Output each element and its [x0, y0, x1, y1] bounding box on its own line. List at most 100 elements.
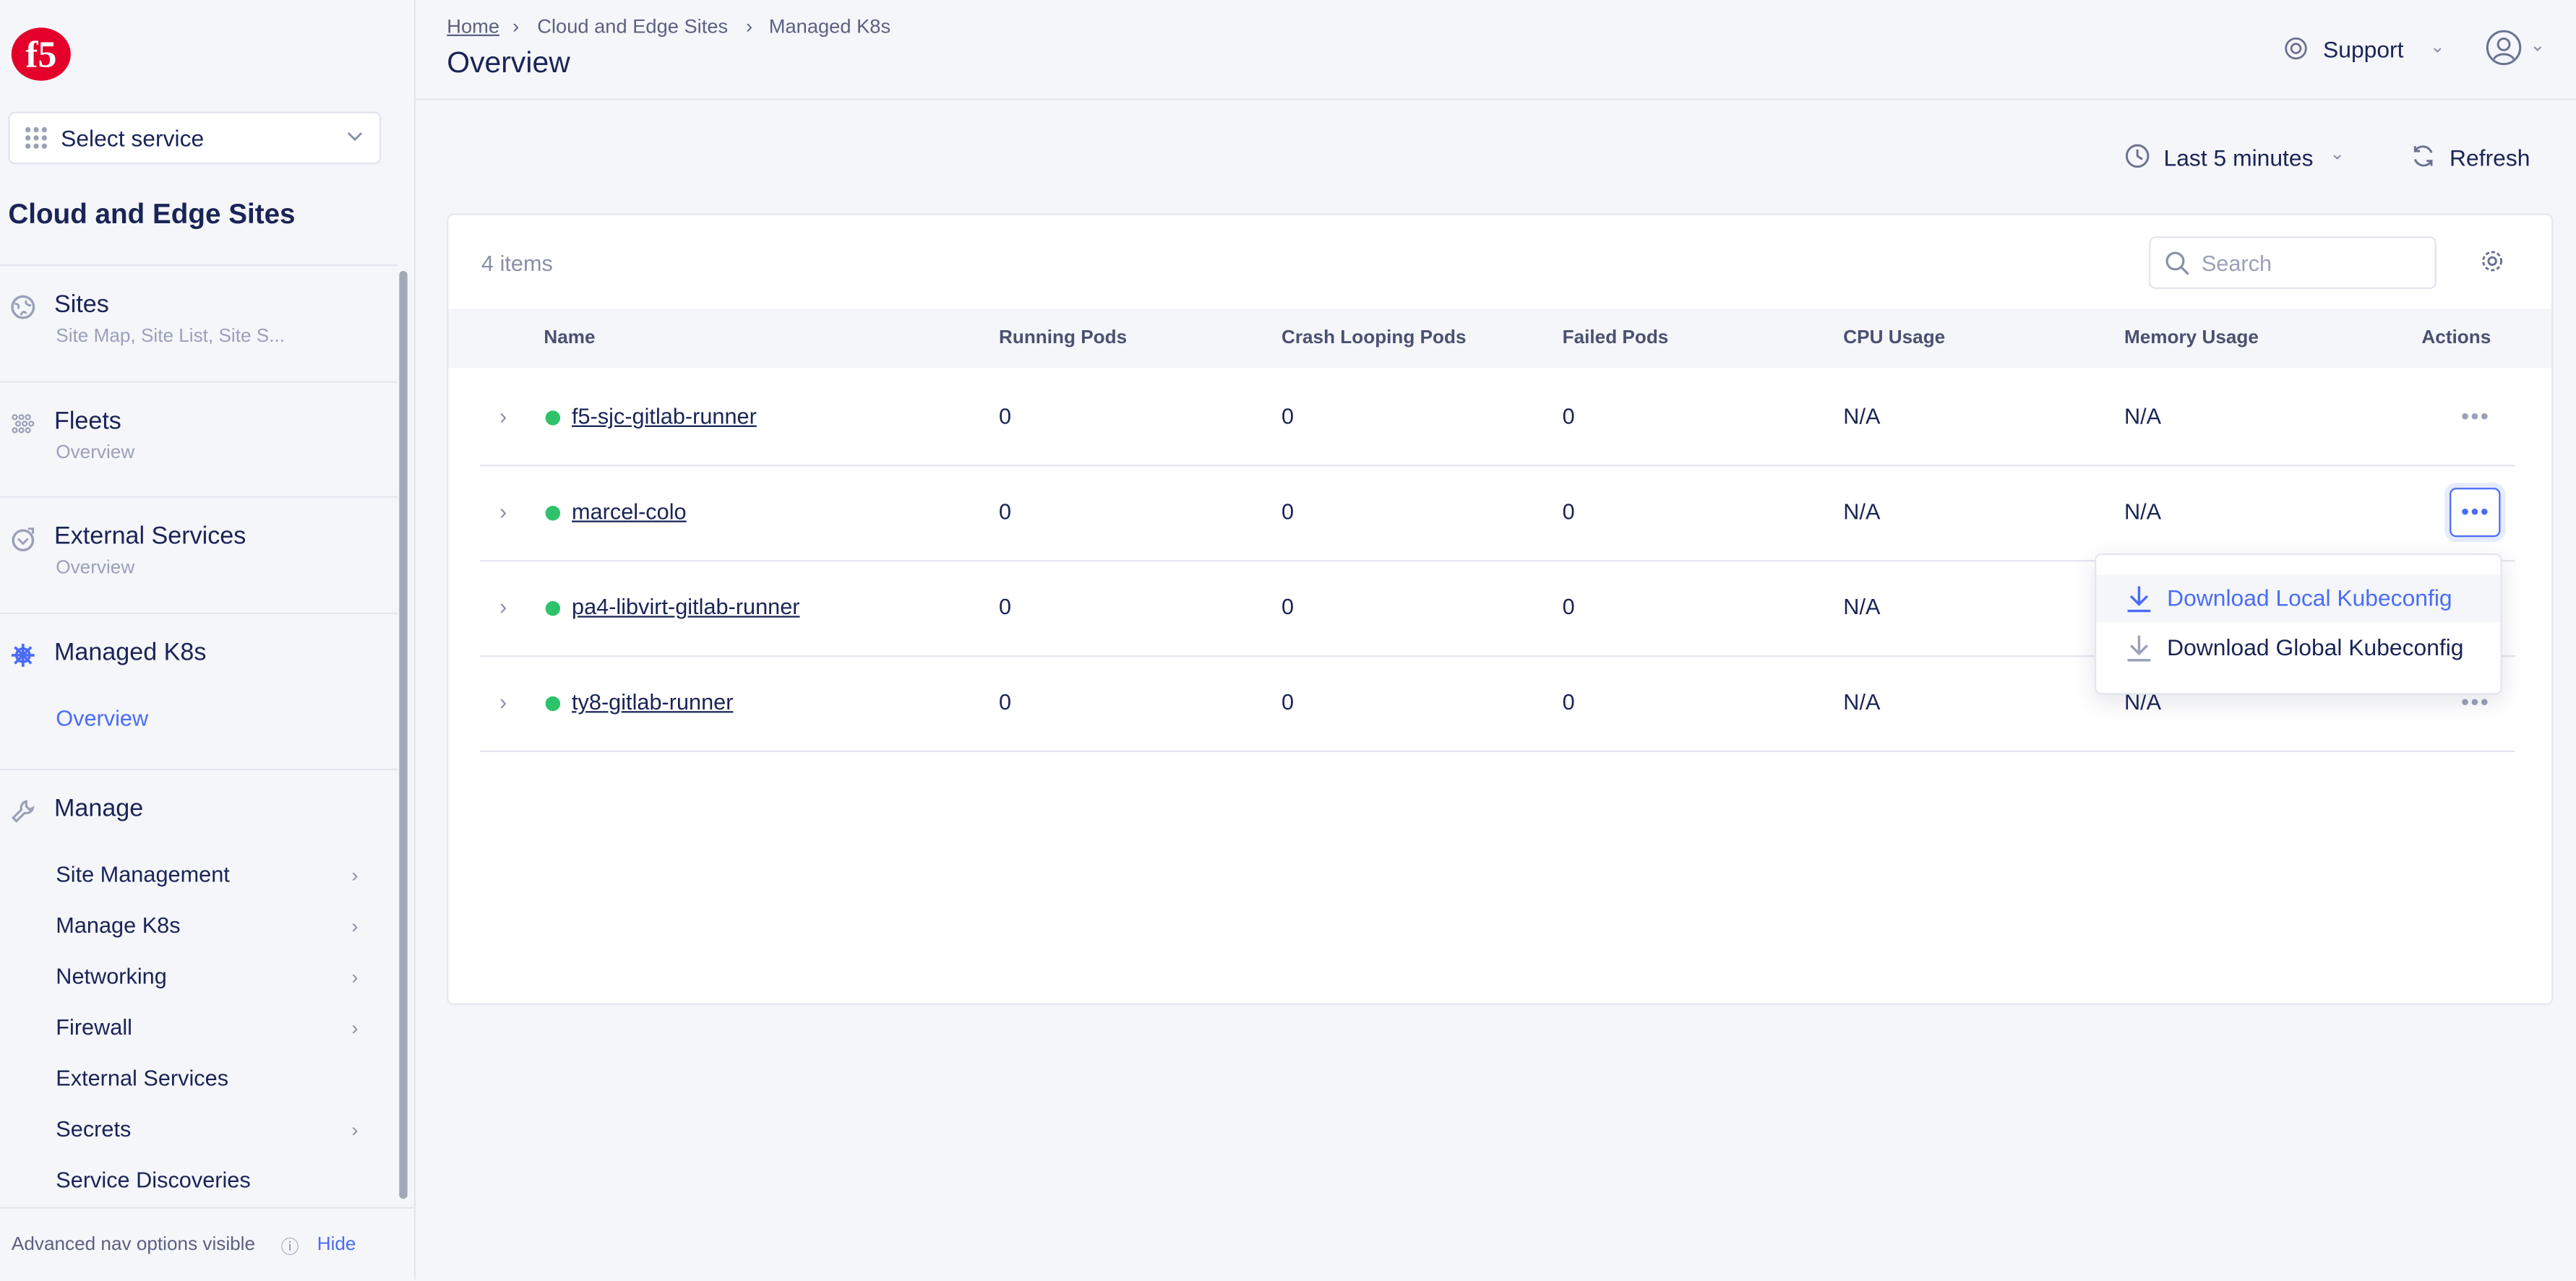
nav-external-services[interactable]: External Services Overview	[0, 496, 398, 612]
section-title: Cloud and Edge Sites	[8, 199, 296, 230]
chevron-down-icon: ⌄	[2429, 38, 2445, 58]
refresh-label: Refresh	[2450, 145, 2530, 171]
site-name-link[interactable]: pa4-libvirt-gitlab-runner	[572, 595, 800, 619]
advanced-nav-text: Advanced nav options visible	[11, 1235, 256, 1255]
helm-icon	[11, 644, 35, 667]
external-services-icon	[12, 527, 35, 552]
select-service-dropdown[interactable]: Select service	[8, 111, 382, 165]
cell-memory: N/A	[2124, 499, 2162, 525]
expand-row-chevron-icon[interactable]: ›	[499, 499, 507, 524]
cell-failed: 0	[1562, 499, 1575, 525]
cell-failed: 0	[1562, 689, 1575, 715]
cell-running: 0	[998, 499, 1012, 525]
nav-networking[interactable]: Networking	[56, 964, 166, 988]
nav-sub: Overview	[56, 558, 135, 579]
breadcrumb-home[interactable]: Home	[447, 14, 499, 38]
row-actions-more-icon[interactable]: •••	[2461, 402, 2490, 428]
chevron-right-icon: ›	[351, 915, 359, 938]
download-icon	[2127, 635, 2151, 662]
menu-item-download-local-kubeconfig[interactable]: Download Local Kubeconfig	[2096, 574, 2501, 623]
column-header-crash-looping-pods[interactable]: Crash Looping Pods	[1281, 329, 1467, 348]
cell-crash: 0	[1281, 594, 1295, 619]
support-label: Support	[2323, 36, 2404, 63]
cell-cpu: N/A	[1843, 499, 1881, 525]
sidebar-footer: Advanced nav options visible ⓘ Hide	[0, 1207, 414, 1281]
nav-sub-overview[interactable]: Overview	[56, 706, 148, 730]
cell-crash: 0	[1281, 404, 1295, 429]
nav-manage-k8s[interactable]: Manage K8s	[56, 913, 180, 938]
sidebar-scrollbar[interactable]	[399, 271, 408, 1199]
column-header-cpu-usage[interactable]: CPU Usage	[1843, 329, 1945, 348]
table-row: › f5-sjc-gitlab-runner 0 0 0 N/A N/A •••	[479, 369, 2515, 467]
refresh-button[interactable]: Refresh	[2410, 141, 2541, 173]
cell-running: 0	[998, 689, 1012, 715]
nav-secrets[interactable]: Secrets	[56, 1117, 131, 1142]
nav-label: Sites	[54, 290, 109, 319]
clock-icon	[2125, 144, 2150, 168]
table-row: › marcel-colo 0 0 0 N/A N/A •••	[479, 465, 2515, 562]
column-header-failed-pods[interactable]: Failed Pods	[1563, 329, 1669, 348]
user-menu[interactable]: ⌄	[2486, 28, 2551, 68]
nav-site-management[interactable]: Site Management	[56, 862, 230, 887]
nav-fleets[interactable]: Fleets Overview	[0, 381, 398, 497]
site-name-link[interactable]: f5-sjc-gitlab-runner	[572, 404, 757, 428]
breadcrumb-cloud-edge[interactable]: Cloud and Edge Sites	[537, 14, 728, 38]
nav-external-services-manage[interactable]: External Services	[56, 1066, 228, 1090]
chevron-right-icon: ›	[351, 863, 359, 887]
nav-managed-k8s[interactable]: Managed K8s Overview	[0, 612, 398, 770]
chevron-down-icon: ⌄	[2530, 36, 2546, 56]
cell-cpu: N/A	[1843, 689, 1881, 715]
chevron-down-icon	[347, 132, 363, 142]
nav-label: Manage	[54, 795, 144, 823]
cell-memory: N/A	[2124, 404, 2162, 429]
column-header-memory-usage: Memory Usage	[2124, 328, 2259, 348]
status-online-dot	[545, 600, 561, 616]
column-header-running-pods[interactable]: Running Pods	[999, 329, 1127, 348]
fleet-icon	[12, 414, 35, 434]
help-icon[interactable]: ⓘ	[281, 1233, 299, 1259]
nav-sub: Overview	[56, 443, 135, 463]
time-range-select[interactable]: Last 5 minutes ⌄	[2124, 141, 2354, 173]
refresh-icon	[2413, 145, 2433, 167]
cell-failed: 0	[1562, 594, 1575, 619]
search-placeholder: Search	[2201, 251, 2272, 276]
search-input[interactable]: Search	[2149, 236, 2437, 290]
hide-link[interactable]: Hide	[317, 1235, 356, 1254]
support-menu[interactable]: Support ⌄	[2283, 33, 2447, 65]
select-service-label: Select service	[61, 124, 205, 152]
status-online-dot	[545, 506, 561, 521]
sidebar: f5 Select service Cloud and Edge Sites S…	[0, 0, 416, 1280]
f5-logo[interactable]: f5	[10, 23, 72, 85]
apps-grid-icon	[25, 126, 48, 149]
cell-cpu: N/A	[1843, 404, 1881, 429]
search-icon	[2165, 251, 2189, 275]
nav-service-discoveries[interactable]: Service Discoveries	[56, 1168, 250, 1192]
nav-manage: Manage	[0, 768, 398, 1214]
more-icon: •••	[2460, 497, 2491, 525]
breadcrumb-managed-k8s: Managed K8s	[768, 14, 891, 38]
nav-sites[interactable]: Sites Site Map, Site List, Site S...	[0, 264, 398, 381]
expand-row-chevron-icon[interactable]: ›	[499, 690, 507, 715]
site-name-link[interactable]: ty8-gitlab-runner	[572, 690, 733, 715]
cell-failed: 0	[1562, 404, 1575, 429]
row-actions-button[interactable]: •••	[2450, 488, 2501, 538]
nav-label: External Services	[54, 522, 246, 551]
gear-icon[interactable]	[2479, 248, 2505, 274]
nav-label: Managed K8s	[54, 639, 207, 667]
expand-row-chevron-icon[interactable]: ›	[499, 404, 507, 428]
column-header-name[interactable]: Name	[544, 329, 595, 348]
page-title: Overview	[447, 46, 570, 79]
cell-cpu: N/A	[1843, 594, 1881, 619]
item-count: 4 items	[481, 251, 553, 276]
lifebuoy-icon	[2285, 37, 2307, 60]
breadcrumb-separator: ›	[745, 14, 753, 38]
expand-row-chevron-icon[interactable]: ›	[499, 595, 507, 619]
status-online-dot	[545, 410, 561, 426]
status-online-dot	[545, 696, 561, 712]
nav-firewall[interactable]: Firewall	[56, 1015, 132, 1040]
menu-item-download-global-kubeconfig[interactable]: Download Global Kubeconfig	[2096, 624, 2500, 672]
breadcrumb-separator: ›	[512, 14, 520, 38]
wrench-icon	[11, 800, 35, 823]
nav-sub: Site Map, Site List, Site S...	[56, 327, 285, 347]
site-name-link[interactable]: marcel-colo	[572, 499, 687, 524]
